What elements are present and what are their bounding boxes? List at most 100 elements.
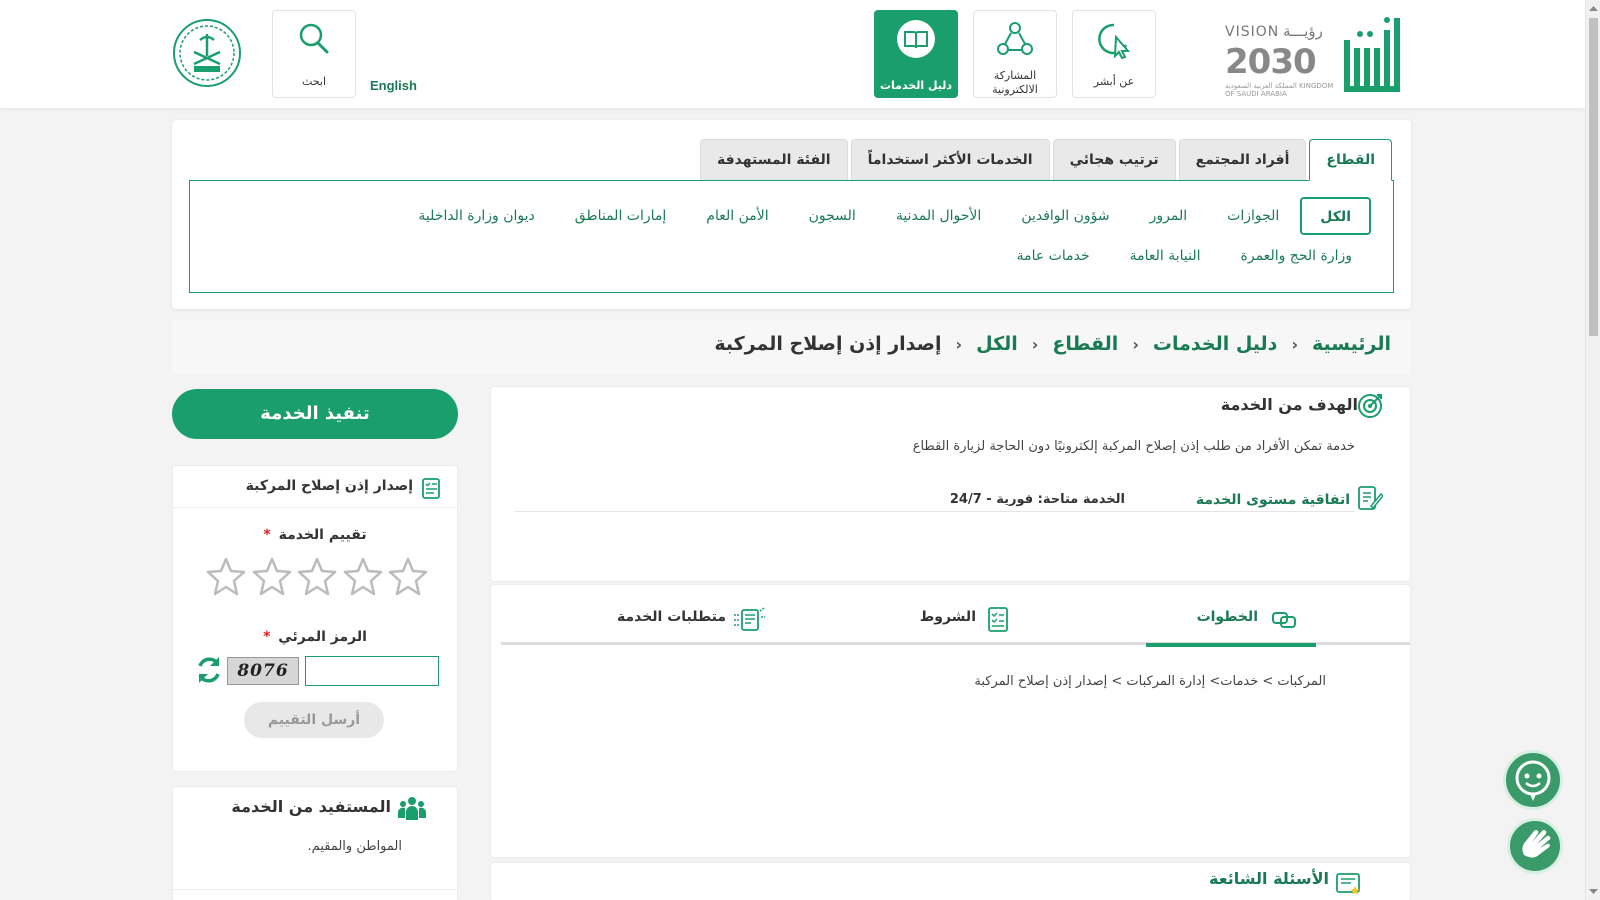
requirements-icon [734, 605, 766, 633]
details-tabs: الخطوات الشروط متطلبات الخدمة [501, 585, 1410, 647]
saudi-emblem-icon [172, 18, 242, 88]
tab-sector[interactable]: القطاع [1309, 139, 1392, 181]
about-absher-button[interactable]: عن أبشر [1072, 10, 1156, 98]
rating-label-text: تقييم الخدمة [278, 527, 367, 543]
star-icon[interactable] [297, 556, 337, 596]
scrollbar-thumb[interactable] [1589, 18, 1598, 336]
tab-target-group[interactable]: الفئة المستهدفة [700, 139, 848, 181]
vision-word: VISION [1225, 24, 1280, 40]
execute-service-button[interactable]: تنفيذ الخدمة [172, 389, 458, 439]
form-icon [421, 477, 441, 499]
chip-public-prosecution[interactable]: النيابة العامة [1111, 237, 1220, 275]
required-mark: * [263, 629, 271, 645]
chip-region-emirates[interactable]: إمارات المناطق [556, 197, 686, 235]
search-button[interactable]: ابحث [272, 10, 356, 98]
chatbot-button[interactable] [1503, 750, 1563, 810]
tab-steps-label: الخطوات [1196, 609, 1258, 625]
sector-chip-list: الكل الجوازات المرور شؤون الوافدين الأحو… [251, 197, 1371, 275]
goal-title: الهدف من الخدمة [1220, 395, 1358, 414]
sign-language-button[interactable] [1507, 818, 1563, 874]
chevron-left-icon: ‹ [1291, 334, 1299, 354]
steps-content: المركبات > خدمات> إدارة المركبات > إصدار… [974, 674, 1326, 689]
chip-hajj-ministry[interactable]: وزارة الحج والعمرة [1222, 237, 1371, 275]
sla-label: اتفاقية مستوى الخدمة [1195, 492, 1350, 508]
checklist-icon [984, 605, 1012, 633]
sign-language-icon [1510, 830, 1560, 875]
scroll-down-arrow-icon[interactable] [1586, 883, 1600, 900]
service-details-card: الخطوات الشروط متطلبات الخدمة المركبات >… [490, 584, 1411, 858]
sector-chip-panel: الكل الجوازات المرور شؤون الوافدين الأحو… [189, 180, 1394, 293]
captcha-label: الرمز المرئي * [173, 629, 457, 645]
e-participation-label: المشاركة الالكترونية [992, 69, 1038, 96]
services-guide-button[interactable]: دليل الخدمات [874, 10, 958, 98]
faq-title: الأسئلة الشائعة [1209, 869, 1329, 888]
page-scrollbar[interactable] [1585, 0, 1600, 900]
chip-civil-affairs[interactable]: الأحوال المدنية [877, 197, 1001, 235]
breadcrumb-all[interactable]: الكل [976, 333, 1018, 355]
rating-card: إصدار إذن إصلاح المركبة تقييم الخدمة * ا… [172, 465, 458, 772]
chevron-left-icon: ‹ [1031, 334, 1039, 354]
vision-subtitle: المملكة العربية السعودية KINGDOM OF SAUD… [1225, 82, 1334, 98]
send-rating-button[interactable]: أرسل التقييم [244, 702, 384, 738]
star-icon[interactable] [388, 556, 428, 596]
chevron-left-icon: ‹ [1132, 334, 1139, 354]
breadcrumb: الرئيسية ‹ دليل الخدمات ‹ القطاع ‹ الكل … [172, 320, 1411, 374]
tab-conditions-label: الشروط [919, 609, 976, 625]
faq-icon [1334, 869, 1362, 897]
rating-card-header: إصدار إذن إصلاح المركبة [173, 466, 457, 508]
chip-public-security[interactable]: الأمن العام [687, 197, 787, 235]
tab-requirements-label: متطلبات الخدمة [616, 609, 726, 625]
star-icon[interactable] [252, 556, 292, 596]
vision-2030-logo: VISION رؤيـــة 2030 المملكة العربية السع… [1225, 20, 1335, 98]
e-participation-button[interactable]: المشاركة الالكترونية [973, 10, 1057, 98]
chip-prisons[interactable]: السجون [790, 197, 875, 235]
captcha-input[interactable] [305, 656, 439, 686]
refresh-icon[interactable] [195, 654, 223, 686]
book-icon [896, 19, 936, 59]
captcha-image: 8076 [227, 657, 299, 685]
star-rating [206, 556, 428, 600]
people-icon [397, 794, 427, 822]
faq-card[interactable]: الأسئلة الشائعة [490, 862, 1411, 900]
required-mark: * [263, 527, 271, 543]
chip-interior-ministry-office[interactable]: ديوان وزارة الداخلية [399, 197, 553, 235]
star-icon[interactable] [206, 556, 246, 596]
sla-row: اتفاقية مستوى الخدمة الخدمة متاحة: فورية… [515, 482, 1385, 512]
scroll-up-arrow-icon[interactable] [1586, 0, 1600, 17]
vision-arabic: رؤيـــة [1283, 22, 1323, 40]
tab-alphabetical[interactable]: ترتيب هجائي [1052, 139, 1176, 181]
tab-most-used[interactable]: الخدمات الأكثر استخداماً [850, 139, 1050, 181]
chip-traffic[interactable]: المرور [1131, 197, 1207, 235]
rating-service-name: إصدار إذن إصلاح المركبة [245, 478, 413, 494]
rating-label: تقييم الخدمة * [173, 527, 457, 543]
vision-year: 2030 [1225, 42, 1317, 82]
tab-community-members[interactable]: أفراد المجتمع [1178, 139, 1307, 181]
target-icon [1356, 391, 1384, 419]
about-absher-label: عن أبشر [1093, 75, 1135, 88]
absher-logo[interactable] [1340, 10, 1406, 98]
chip-general-services[interactable]: خدمات عامة [998, 237, 1109, 275]
service-goal-card: الهدف من الخدمة خدمة تمكن الأفراد من طلب… [490, 386, 1411, 582]
chip-expatriates[interactable]: شؤون الوافدين [1002, 197, 1128, 235]
chip-all[interactable]: الكل [1300, 197, 1371, 235]
chatbot-icon [1506, 760, 1560, 811]
link-steps-icon [1270, 605, 1298, 633]
breadcrumb-services-guide[interactable]: دليل الخدمات [1153, 333, 1278, 355]
breadcrumb-current: إصدار إذن إصلاح المركبة [714, 333, 942, 355]
sla-value: الخدمة متاحة: فورية - 24/7 [949, 492, 1125, 507]
tab-conditions[interactable]: الشروط [888, 605, 1018, 645]
filter-tabs: القطاع أفراد المجتمع ترتيب هجائي الخدمات… [700, 139, 1392, 181]
breadcrumb-sector[interactable]: القطاع [1052, 333, 1118, 355]
breadcrumb-home[interactable]: الرئيسية [1312, 333, 1391, 355]
beneficiary-title: المستفيد من الخدمة [231, 797, 391, 816]
english-language-link[interactable]: English [370, 78, 417, 93]
sector-filter-card: القطاع أفراد المجتمع ترتيب هجائي الخدمات… [172, 120, 1411, 309]
chip-passports[interactable]: الجوازات [1208, 197, 1298, 235]
tab-requirements[interactable]: متطلبات الخدمة [610, 605, 770, 645]
share-network-icon [995, 19, 1035, 59]
beneficiary-card: المستفيد من الخدمة المواطن والمقيم. [172, 786, 458, 900]
tab-steps[interactable]: الخطوات [1146, 605, 1316, 647]
captcha-label-text: الرمز المرئي [278, 629, 367, 645]
chevron-left-icon: ‹ [955, 334, 963, 354]
star-icon[interactable] [343, 556, 383, 596]
